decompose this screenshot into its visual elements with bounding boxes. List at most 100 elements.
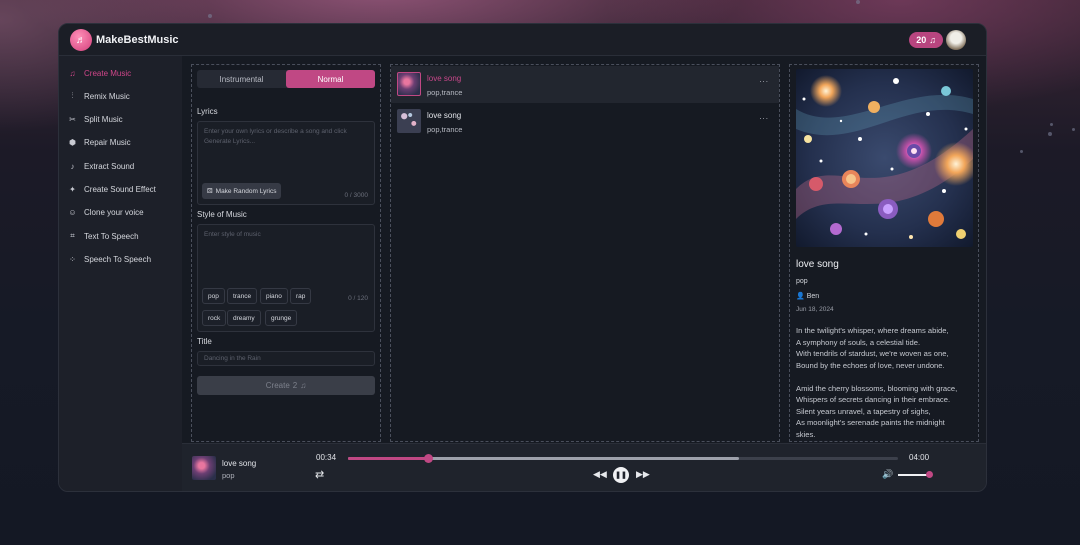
total-time: 04:00 bbox=[909, 453, 930, 462]
speech-wave-icon: ⁘ bbox=[69, 254, 76, 264]
voice-icon: ☺ bbox=[68, 207, 77, 217]
song-detail-panel: love song pop 👤 Ben Jun 18, 2024 In the … bbox=[789, 64, 979, 442]
lyrics-textarea[interactable]: Enter your own lyrics or describe a song… bbox=[197, 121, 375, 205]
music-note-icon: ♫ bbox=[929, 35, 936, 45]
music-notes-icon: ♫ bbox=[69, 68, 76, 78]
forward-icon[interactable]: ▶▶ bbox=[636, 469, 650, 480]
logo-icon[interactable]: ♬ bbox=[70, 29, 92, 51]
pause-button[interactable]: ❚❚ bbox=[613, 467, 629, 483]
song-title[interactable]: love song bbox=[427, 111, 461, 120]
sidebar-item-extract-sound[interactable]: ♪ Extract Sound bbox=[68, 159, 135, 173]
mode-toggle: Instrumental Normal bbox=[197, 70, 375, 88]
style-tag-rap[interactable]: rap bbox=[290, 288, 312, 304]
volume-slider[interactable] bbox=[898, 471, 933, 478]
rewind-icon[interactable]: ◀◀ bbox=[593, 469, 607, 480]
detail-lyrics: In the twilight's whisper, where dreams … bbox=[796, 326, 958, 439]
progress-bar[interactable] bbox=[348, 454, 898, 463]
cube-icon: ⬢ bbox=[69, 137, 76, 147]
title-placeholder: Dancing in the Rain bbox=[204, 355, 261, 362]
background-dot bbox=[208, 14, 212, 18]
sidebar-item-label: Create Music bbox=[84, 68, 132, 78]
credits-count: 20 bbox=[916, 35, 927, 45]
tab-normal[interactable]: Normal bbox=[286, 70, 375, 88]
sidebar-item-repair-music[interactable]: ⬢ Repair Music bbox=[68, 135, 131, 149]
top-bar: ♬ MakeBestMusic 20 ♫ bbox=[59, 24, 986, 56]
more-options-icon[interactable]: ... bbox=[759, 112, 769, 121]
style-textarea[interactable]: Enter style of music pop trance piano ra… bbox=[197, 224, 375, 332]
shuffle-icon[interactable]: ⇄ bbox=[315, 468, 324, 481]
style-tag-trance[interactable]: trance bbox=[227, 288, 258, 304]
sidebar-item-label: Split Music bbox=[84, 114, 123, 124]
create-button-label: Create bbox=[265, 381, 290, 390]
background-dot bbox=[1048, 132, 1052, 136]
dice-icon: ⚄ bbox=[207, 188, 213, 195]
style-tag-dreamy[interactable]: dreamy bbox=[227, 310, 261, 326]
volume-icon[interactable]: 🔊 bbox=[882, 469, 893, 480]
tab-instrumental[interactable]: Instrumental bbox=[197, 70, 286, 88]
style-count: 0 / 120 bbox=[348, 295, 368, 302]
style-tag-rock[interactable]: rock bbox=[202, 310, 227, 326]
waveform-icon: ♪ bbox=[70, 161, 75, 171]
style-tag-grunge[interactable]: grunge bbox=[265, 310, 298, 326]
progress-handle[interactable] bbox=[424, 454, 434, 463]
sidebar-item-text-to-speech[interactable]: ⌗ Text To Speech bbox=[68, 229, 139, 243]
random-lyrics-label: Make Random Lyrics bbox=[215, 187, 277, 195]
author-name: Ben bbox=[806, 292, 820, 300]
sidebar-item-label: Extract Sound bbox=[84, 161, 135, 171]
cover-art-image bbox=[796, 69, 973, 247]
detail-genre: pop bbox=[796, 278, 808, 285]
music-note-icon: ♫ bbox=[300, 381, 307, 390]
player-genre: pop bbox=[222, 471, 235, 480]
credits-badge[interactable]: 20 ♫ bbox=[909, 32, 943, 48]
sidebar-item-speech-to-speech[interactable]: ⁘ Speech To Speech bbox=[68, 252, 151, 266]
split-icon: ✂ bbox=[69, 114, 76, 124]
detail-author[interactable]: 👤 Ben bbox=[796, 292, 820, 301]
player-thumbnail[interactable] bbox=[192, 456, 216, 480]
background-dot bbox=[1072, 128, 1075, 131]
sidebar-item-label: Create Sound Effect bbox=[84, 184, 156, 194]
lyrics-placeholder: Enter your own lyrics or describe a song… bbox=[204, 128, 347, 145]
sidebar: ♫ Create Music ⫶ Remix Music ✂ Split Mus… bbox=[59, 56, 182, 491]
background-dot bbox=[856, 0, 860, 4]
lyrics-label: Lyrics bbox=[197, 107, 218, 116]
sidebar-item-label: Repair Music bbox=[84, 137, 131, 147]
song-row[interactable]: love song pop,trance ... bbox=[391, 66, 779, 103]
random-lyrics-button[interactable]: ⚄ Make Random Lyrics bbox=[202, 183, 282, 199]
song-tags: pop,trance bbox=[427, 125, 463, 134]
song-title[interactable]: love song bbox=[427, 74, 461, 83]
volume-handle[interactable] bbox=[925, 471, 933, 478]
style-tag-pop[interactable]: pop bbox=[202, 288, 225, 304]
sidebar-item-split-music[interactable]: ✂ Split Music bbox=[68, 112, 123, 126]
create-form-panel: Instrumental Normal Lyrics Enter your ow… bbox=[191, 64, 381, 442]
create-button[interactable]: Create 2 ♫ bbox=[197, 376, 375, 395]
song-row[interactable]: love song pop,trance ... bbox=[391, 103, 779, 140]
main-content: Instrumental Normal Lyrics Enter your ow… bbox=[182, 56, 986, 443]
player-title: love song bbox=[222, 459, 257, 468]
progress-fill bbox=[348, 457, 429, 460]
sidebar-item-label: Clone your voice bbox=[84, 207, 144, 217]
sidebar-item-clone-voice[interactable]: ☺ Clone your voice bbox=[68, 205, 144, 219]
sidebar-item-remix-music[interactable]: ⫶ Remix Music bbox=[68, 89, 130, 103]
title-input[interactable]: Dancing in the Rain bbox=[197, 351, 375, 366]
detail-title: love song bbox=[796, 259, 839, 270]
sidebar-item-label: Speech To Speech bbox=[84, 254, 152, 264]
background-dot bbox=[1050, 123, 1053, 126]
song-list-panel: love song pop,trance ... love song pop,t… bbox=[390, 64, 780, 442]
player-bar: love song pop 00:34 04:00 ⇄ ◀◀ ❚❚ ▶▶ 🔊 bbox=[182, 443, 986, 491]
style-tag-piano[interactable]: piano bbox=[260, 288, 288, 304]
scan-icon: ⌗ bbox=[70, 231, 75, 240]
sidebar-item-label: Text To Speech bbox=[84, 231, 139, 241]
avatar[interactable] bbox=[946, 30, 966, 50]
song-thumbnail[interactable] bbox=[397, 109, 421, 133]
song-thumbnail[interactable] bbox=[397, 72, 421, 96]
background-dot bbox=[1020, 150, 1023, 153]
detail-date: Jun 18, 2024 bbox=[796, 306, 834, 313]
sparkle-icon: ✦ bbox=[69, 184, 76, 194]
more-options-icon[interactable]: ... bbox=[759, 75, 769, 84]
app-window: ♬ MakeBestMusic 20 ♫ ♫ Create Music ⫶ Re… bbox=[58, 23, 987, 492]
user-icon: 👤 bbox=[796, 293, 805, 300]
style-label: Style of Music bbox=[197, 210, 247, 219]
sidebar-item-create-sound-effect[interactable]: ✦ Create Sound Effect bbox=[68, 182, 156, 196]
sidebar-item-create-music[interactable]: ♫ Create Music bbox=[68, 66, 132, 80]
brand-name[interactable]: MakeBestMusic bbox=[96, 34, 179, 46]
